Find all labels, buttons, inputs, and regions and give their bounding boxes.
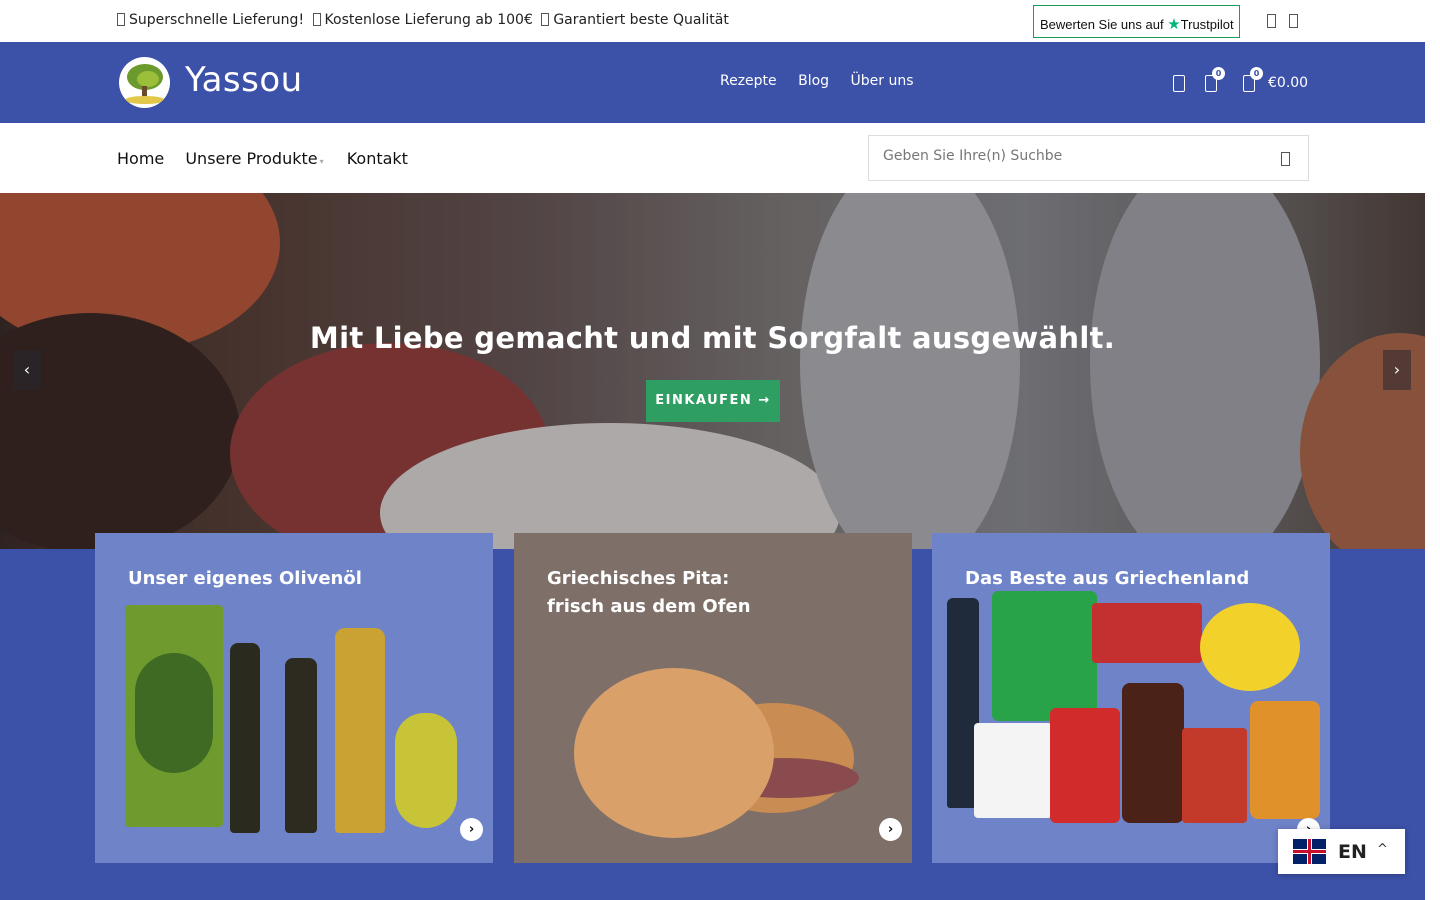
trustpilot-review-button[interactable]: Bewerten Sie uns auf ★Trustpilot: [1033, 5, 1240, 38]
nav-kontakt[interactable]: Kontakt: [347, 149, 408, 168]
hero-slider: Mit Liebe gemacht und mit Sorgfalt ausge…: [0, 193, 1425, 549]
promo-strip: Superschnelle Lieferung! Kostenlose Lief…: [117, 12, 733, 28]
language-code: EN: [1338, 841, 1367, 863]
tomato-can: [1182, 728, 1247, 823]
search-icon[interactable]: [1281, 152, 1290, 166]
dolmades-tin: [1200, 603, 1300, 691]
category-nav: Home Unsere Produkte ▾ Kontakt: [0, 123, 1425, 193]
feta-box: [974, 723, 1052, 818]
nav-home[interactable]: Home: [117, 149, 164, 168]
social-icons: [1267, 13, 1311, 32]
trustpilot-prefix: Bewerten Sie uns auf: [1040, 17, 1164, 32]
chevron-right-icon[interactable]: ›: [879, 818, 902, 841]
bottle-2: [285, 658, 317, 833]
logo-text[interactable]: Yassou: [185, 60, 303, 100]
main-header: Yassou Rezepte Blog Über uns 0 0 €0.00: [0, 42, 1425, 123]
trustpilot-star-icon: ★: [1167, 16, 1181, 33]
cart-total[interactable]: €0.00: [1268, 75, 1308, 91]
chevron-right-icon[interactable]: ›: [1383, 350, 1411, 390]
honey-jar: [1250, 701, 1320, 819]
quality-icon: [541, 13, 550, 26]
bottle-3: [335, 628, 385, 833]
shop-now-button[interactable]: EINKAUFEN →: [646, 380, 780, 422]
instagram-icon[interactable]: [1289, 14, 1298, 28]
top-info-bar: Superschnelle Lieferung! Kostenlose Lief…: [0, 0, 1425, 42]
search-input[interactable]: [883, 148, 1063, 164]
chips-bag: [992, 591, 1097, 721]
wafer-pack: [1092, 603, 1202, 663]
logo-tree-icon[interactable]: [119, 57, 170, 108]
card-title: Das Beste aus Griechenland: [965, 568, 1250, 589]
card-olive-oil[interactable]: Unser eigenes Olivenöl ›: [95, 533, 493, 863]
account-icon[interactable]: [1173, 75, 1185, 92]
nav-rezepte[interactable]: Rezepte: [720, 73, 777, 89]
nav-ueber-uns[interactable]: Über uns: [851, 73, 914, 89]
card-title: Griechisches Pita: frisch aus dem Ofen: [547, 568, 751, 617]
card-best-of-greece[interactable]: Das Beste aus Griechenland ›: [932, 533, 1330, 863]
card-title: Unser eigenes Olivenöl: [128, 568, 362, 589]
chevron-up-icon: ^: [1377, 842, 1388, 857]
promo-fast-delivery: Superschnelle Lieferung!: [129, 12, 305, 28]
nav-unsere-produkte[interactable]: Unsere Produkte: [185, 149, 317, 168]
bottle-1: [230, 643, 260, 833]
card-pita[interactable]: Griechisches Pita: frisch aus dem Ofen ›: [514, 533, 912, 863]
bottle-4: [395, 713, 457, 828]
jar: [1122, 683, 1184, 823]
nav-blog[interactable]: Blog: [798, 73, 829, 89]
language-switcher[interactable]: EN ^: [1278, 829, 1405, 874]
trustpilot-brand: Trustpilot: [1180, 17, 1234, 32]
chevron-left-icon[interactable]: ‹: [13, 350, 41, 390]
uk-flag-icon: [1293, 839, 1326, 864]
search-box: [868, 135, 1309, 181]
pita-front: [574, 668, 774, 838]
wishlist-count-badge: 0: [1212, 67, 1225, 80]
hero-headline: Mit Liebe gemacht und mit Sorgfalt ausge…: [309, 321, 1116, 355]
truck-icon: [117, 13, 125, 26]
promo-quality: Garantiert beste Qualität: [553, 12, 729, 28]
promo-free-delivery: Kostenlose Lieferung ab 100€: [324, 12, 533, 28]
facebook-icon[interactable]: [1267, 14, 1276, 28]
gift-icon: [312, 13, 321, 26]
chevron-right-icon[interactable]: ›: [460, 818, 483, 841]
caprice-tin: [1050, 708, 1120, 823]
main-nav: Rezepte Blog Über uns: [720, 73, 931, 89]
chevron-down-icon[interactable]: ▾: [320, 157, 324, 166]
cart-count-badge: 0: [1250, 67, 1263, 80]
